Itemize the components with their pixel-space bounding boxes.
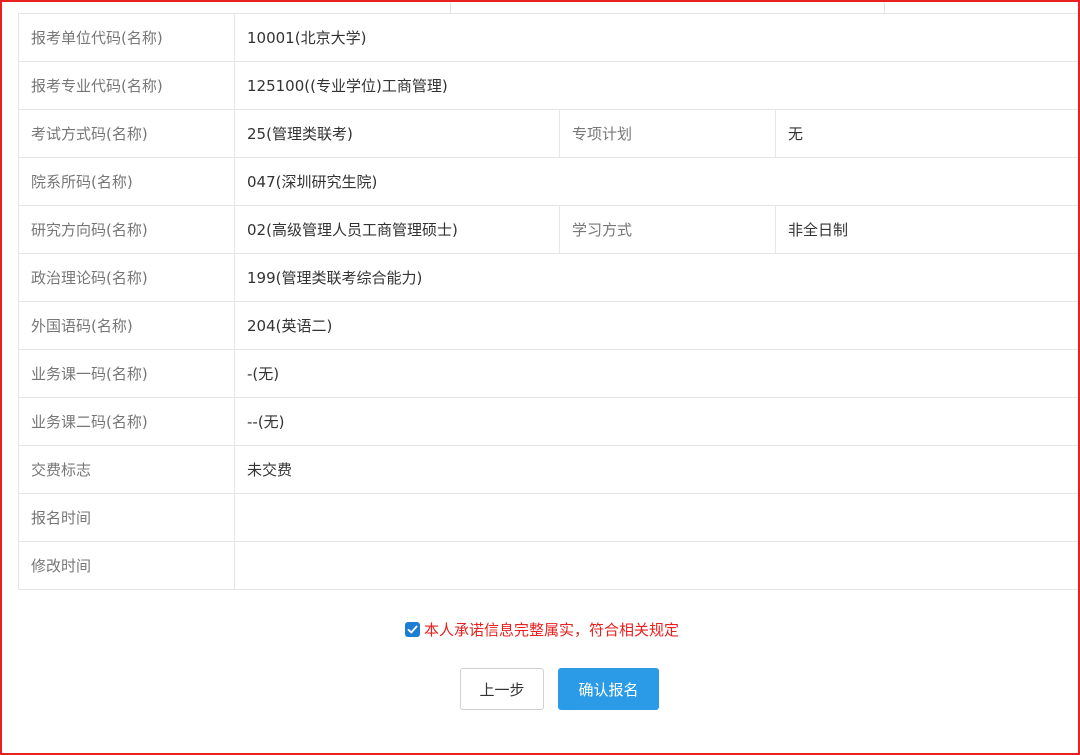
table-row: 外国语码(名称) 204(英语二) <box>18 301 1078 350</box>
row-value: 125100((专业学位)工商管理) <box>234 61 1078 110</box>
check-icon[interactable] <box>405 622 420 637</box>
row-value: 10001(北京大学) <box>234 13 1078 62</box>
registration-info-table: 报考单位代码(名称) 10001(北京大学) 报考专业代码(名称) 125100… <box>18 13 1078 590</box>
table-row: 交费标志 未交费 <box>18 445 1078 494</box>
table-row: 研究方向码(名称) 02(高级管理人员工商管理硕士) 学习方式 非全日制 <box>18 205 1078 254</box>
row-label: 业务课一码(名称) <box>18 349 235 398</box>
row-value: --(无) <box>234 397 1078 446</box>
row-label: 报考单位代码(名称) <box>18 13 235 62</box>
table-row: 政治理论码(名称) 199(管理类联考综合能力) <box>18 253 1078 302</box>
table-row: 报考单位代码(名称) 10001(北京大学) <box>18 13 1078 62</box>
agreement-text: 本人承诺信息完整属实，符合相关规定 <box>424 621 680 639</box>
table-row: 院系所码(名称) 047(深圳研究生院) <box>18 157 1078 206</box>
row-label: 政治理论码(名称) <box>18 253 235 302</box>
row-label-secondary: 专项计划 <box>559 109 776 158</box>
row-label: 交费标志 <box>18 445 235 494</box>
row-value <box>234 541 1078 590</box>
row-value-secondary: 无 <box>775 109 1078 158</box>
row-label: 外国语码(名称) <box>18 301 235 350</box>
page-frame: 报考单位代码(名称) 10001(北京大学) 报考专业代码(名称) 125100… <box>0 0 1080 755</box>
row-value: 199(管理类联考综合能力) <box>234 253 1078 302</box>
row-label: 业务课二码(名称) <box>18 397 235 446</box>
confirm-registration-button[interactable]: 确认报名 <box>558 668 659 710</box>
row-value: 02(高级管理人员工商管理硕士) <box>234 205 560 254</box>
table-row: 考试方式码(名称) 25(管理类联考) 专项计划 无 <box>18 109 1078 158</box>
table-row: 修改时间 <box>18 541 1078 590</box>
previous-step-button[interactable]: 上一步 <box>460 668 544 710</box>
row-label: 修改时间 <box>18 541 235 590</box>
row-label: 研究方向码(名称) <box>18 205 235 254</box>
row-label: 报名时间 <box>18 493 235 542</box>
row-value: -(无) <box>234 349 1078 398</box>
row-label: 报考专业代码(名称) <box>18 61 235 110</box>
table-row: 报考专业代码(名称) 125100((专业学位)工商管理) <box>18 61 1078 110</box>
row-label-secondary: 学习方式 <box>559 205 776 254</box>
table-row: 业务课一码(名称) -(无) <box>18 349 1078 398</box>
row-value: 未交费 <box>234 445 1078 494</box>
row-value: 204(英语二) <box>234 301 1078 350</box>
row-label: 院系所码(名称) <box>18 157 235 206</box>
row-label: 考试方式码(名称) <box>18 109 235 158</box>
row-value <box>234 493 1078 542</box>
agreement-checkbox[interactable]: 本人承诺信息完整属实，符合相关规定 <box>405 619 679 640</box>
row-value: 047(深圳研究生院) <box>234 157 1078 206</box>
table-row: 报名时间 <box>18 493 1078 542</box>
row-value-secondary: 非全日制 <box>775 205 1078 254</box>
row-value: 25(管理类联考) <box>234 109 560 158</box>
table-row: 业务课二码(名称) --(无) <box>18 397 1078 446</box>
